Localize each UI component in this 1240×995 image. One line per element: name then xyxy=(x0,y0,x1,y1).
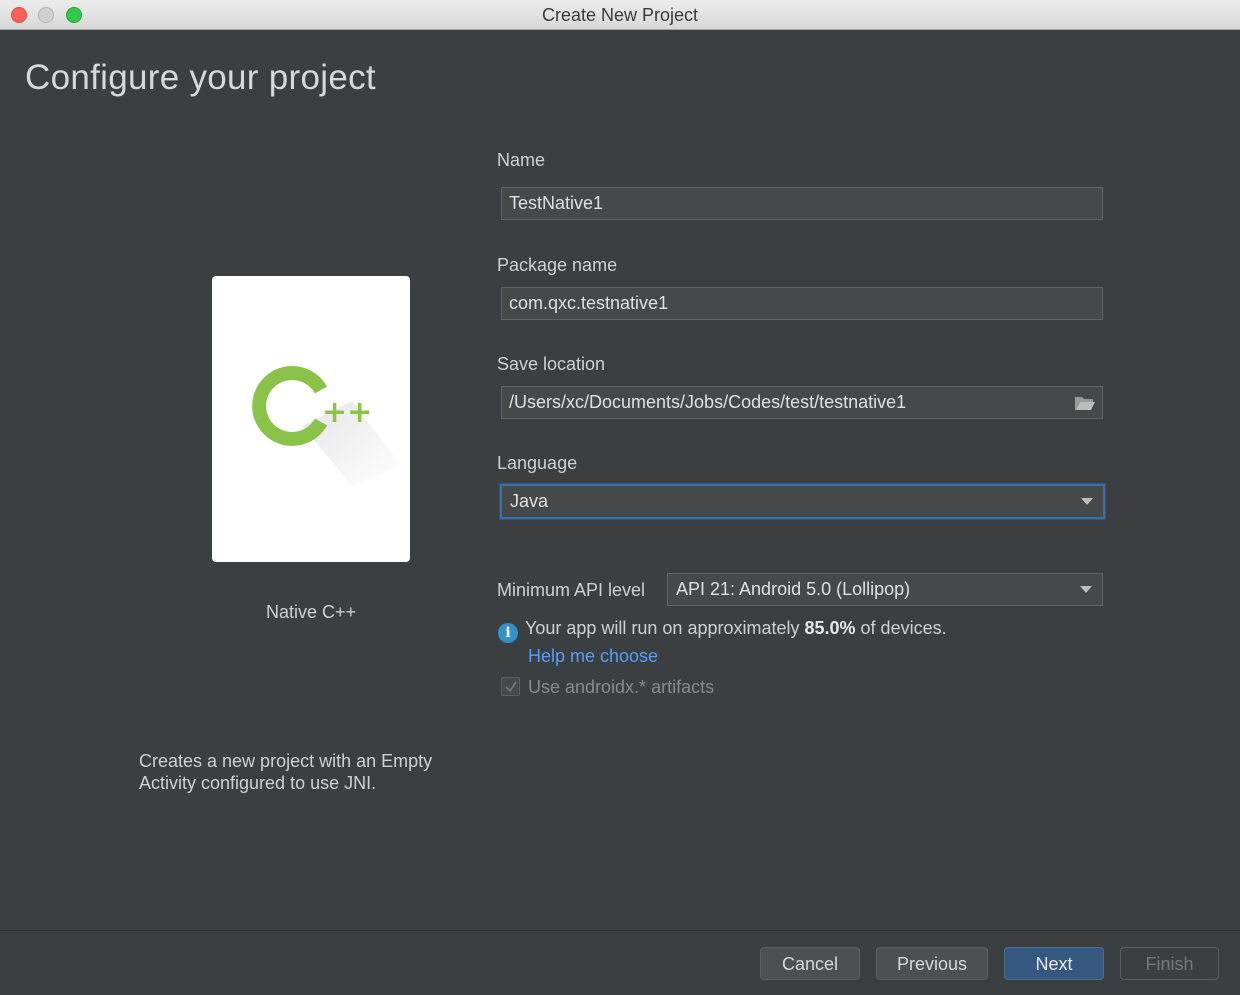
folder-icon[interactable] xyxy=(1074,394,1096,412)
min-api-select[interactable]: API 21: Android 5.0 (Lollipop) xyxy=(667,573,1103,606)
help-me-choose-link[interactable]: Help me choose xyxy=(528,646,658,667)
androidx-option: Use androidx.* artifacts xyxy=(501,677,714,699)
next-button[interactable]: Next xyxy=(1004,947,1104,980)
language-select[interactable]: Java xyxy=(500,484,1105,519)
save-location-input[interactable]: /Users/xc/Documents/Jobs/Codes/test/test… xyxy=(501,386,1103,419)
title-bar: Create New Project xyxy=(0,0,1240,30)
info-percent: 85.0% xyxy=(804,618,856,638)
template-preview-card: ++ xyxy=(212,276,410,562)
androidx-checkbox[interactable] xyxy=(501,677,520,696)
svg-text:++: ++ xyxy=(322,395,372,430)
language-selected-value: Java xyxy=(510,491,549,511)
info-icon: i xyxy=(498,623,518,643)
info-prefix: Your app will run on approximately xyxy=(525,618,805,638)
window-title: Create New Project xyxy=(541,5,699,25)
info-suffix: of devices. xyxy=(855,618,947,638)
androidx-label: Use androidx.* artifacts xyxy=(528,677,715,697)
min-api-label: Minimum API level xyxy=(497,580,646,600)
language-label: Language xyxy=(497,453,578,473)
name-label: Name xyxy=(497,150,546,170)
save-location-value: /Users/xc/Documents/Jobs/Codes/test/test… xyxy=(509,392,907,412)
cpp-logo-icon: ++ xyxy=(252,366,402,486)
footer-divider xyxy=(0,930,1240,931)
previous-button[interactable]: Previous xyxy=(876,947,988,980)
device-coverage-info: i Your app will run on approximately 85.0… xyxy=(498,618,947,643)
name-input[interactable]: TestNative1 xyxy=(501,187,1103,220)
page-title: Configure your project xyxy=(25,58,376,97)
cancel-button[interactable]: Cancel xyxy=(760,947,860,980)
chevron-down-icon xyxy=(1080,586,1092,593)
template-description: Creates a new project with an Empty Acti… xyxy=(139,751,433,793)
package-name-label: Package name xyxy=(497,255,618,275)
finish-button[interactable]: Finish xyxy=(1120,947,1219,980)
save-location-label: Save location xyxy=(497,354,606,374)
chevron-down-icon xyxy=(1081,498,1093,505)
min-api-selected-value: API 21: Android 5.0 (Lollipop) xyxy=(676,579,911,599)
checkmark-icon xyxy=(505,681,517,693)
template-name: Native C++ xyxy=(265,602,357,622)
package-name-input[interactable]: com.qxc.testnative1 xyxy=(501,287,1103,320)
